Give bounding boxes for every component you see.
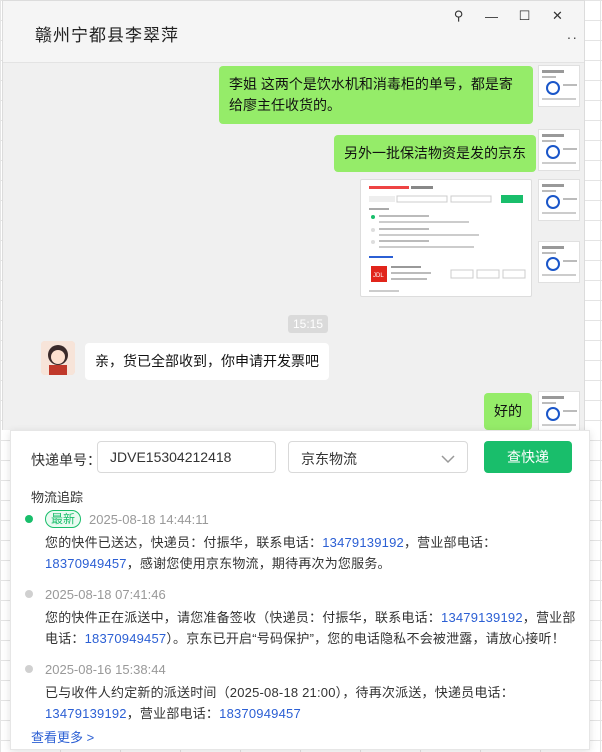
event-time: 2025-08-18 07:41:46: [45, 586, 166, 602]
sender-avatar[interactable]: [538, 179, 580, 221]
svg-text:JDL: JDL: [373, 273, 384, 279]
close-button[interactable]: ✕: [541, 5, 574, 27]
section-title: 物流追踪: [31, 490, 84, 505]
sender-avatar[interactable]: [538, 129, 580, 171]
event-description: 您的快件已送达，快递员：付振华，联系电话：13479139192，营业部电话：1…: [45, 535, 497, 571]
title-bar: 赣州宁都县李翠萍 ⚲ — ☐ ✕ ··: [3, 1, 584, 63]
query-button[interactable]: 查快递: [484, 441, 572, 473]
chat-title: 赣州宁都县李翠萍: [35, 26, 179, 45]
tracking-panel: 快递单号： JDVE15304212418 京东物流 查快递 物流追踪 最新 2…: [10, 430, 590, 750]
pin-icon[interactable]: ⚲: [442, 5, 475, 27]
courier-phone[interactable]: 13479139192: [441, 610, 523, 625]
sender-avatar[interactable]: [538, 391, 580, 433]
chevron-down-icon: [441, 451, 455, 467]
chat-bubble-incoming[interactable]: 亲，货已全部收到，你申请开发票吧: [85, 343, 329, 380]
branch-phone[interactable]: 18370949457: [85, 631, 167, 646]
event-description: 已与收件人约定新的派送时间（2025-08-18 21:00），待再次派送，快递…: [45, 685, 514, 721]
more-options-icon[interactable]: ··: [567, 29, 578, 45]
chat-bubble-outgoing[interactable]: 好的: [484, 393, 532, 430]
branch-phone[interactable]: 18370949457: [45, 556, 127, 571]
timeline-dot: [25, 665, 33, 673]
view-more-link[interactable]: 查看更多 >: [31, 727, 94, 746]
tracking-event: 2025-08-16 15:38:44 已与收件人约定新的派送时间（2025-0…: [25, 659, 579, 724]
minimize-button[interactable]: —: [475, 5, 508, 27]
tracking-event: 最新 2025-08-18 14:44:11 您的快件已送达，快递员：付振华，联…: [25, 509, 579, 574]
latest-badge: 最新: [45, 510, 82, 528]
carrier-select[interactable]: 京东物流: [288, 441, 468, 473]
chat-bubble-outgoing[interactable]: 李姐 这两个是饮水机和消毒柜的单号，都是寄给廖主任收货的。: [219, 66, 533, 124]
window-controls: ⚲ — ☐ ✕: [442, 5, 574, 27]
tracking-event: 2025-08-18 07:41:46 您的快件正在派送中，请您准备签收（快递员…: [25, 584, 579, 649]
sender-avatar[interactable]: [538, 241, 580, 283]
contact-avatar[interactable]: [41, 341, 75, 375]
event-time: 2025-08-18 14:44:11: [89, 511, 209, 527]
courier-phone[interactable]: 13479139192: [322, 535, 404, 550]
branch-phone[interactable]: 18370949457: [219, 706, 301, 721]
tracking-number-label: 快递单号：: [31, 452, 101, 468]
chat-window: 赣州宁都县李翠萍 ⚲ — ☐ ✕ ·· 李姐 这两个是饮水机和消毒柜的单号，都是…: [2, 0, 585, 433]
tracking-number-input[interactable]: JDVE15304212418: [97, 441, 276, 473]
tracking-screenshot-image[interactable]: JDL: [360, 179, 532, 297]
sender-avatar[interactable]: [538, 65, 580, 107]
maximize-button[interactable]: ☐: [508, 5, 541, 27]
tracking-label-row: 快递单号：: [31, 450, 101, 470]
time-divider: 15:15: [288, 315, 329, 333]
chat-messages: 李姐 这两个是饮水机和消毒柜的单号，都是寄给廖主任收货的。 另外一批保洁物资是发…: [3, 63, 584, 433]
tracking-timeline: 最新 2025-08-18 14:44:11 您的快件已送达，快递员：付振华，联…: [25, 509, 579, 724]
chat-bubble-outgoing[interactable]: 另外一批保洁物资是发的京东: [334, 135, 536, 172]
carrier-select-value: 京东物流: [301, 451, 357, 467]
timeline-dot: [25, 590, 33, 598]
timeline-dot-active: [25, 515, 33, 523]
event-description: 您的快件正在派送中，请您准备签收（快递员：付振华，联系电话：1347913919…: [45, 610, 576, 646]
courier-phone[interactable]: 13479139192: [45, 706, 127, 721]
event-time: 2025-08-16 15:38:44: [45, 661, 166, 677]
